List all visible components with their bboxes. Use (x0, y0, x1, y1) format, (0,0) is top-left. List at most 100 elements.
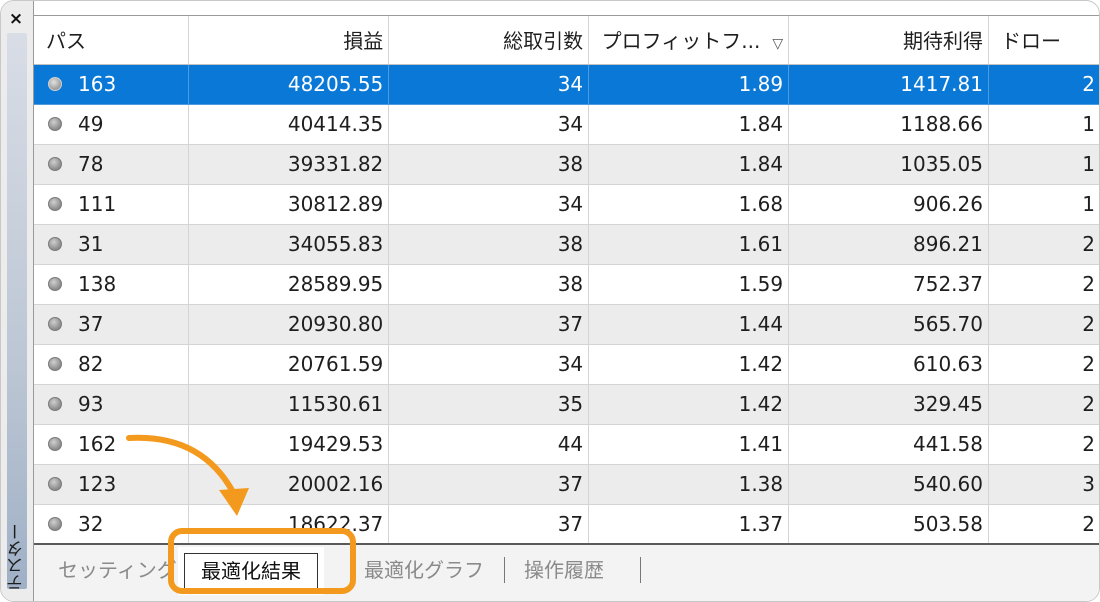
cell-profit-factor: 1.84 (588, 144, 790, 185)
column-header-profit[interactable]: 損益 (188, 16, 390, 65)
cell-drawdown: 2 (988, 424, 1099, 465)
cell-total-trades: 38 (388, 224, 590, 265)
table-row[interactable]: 78 39331.82 38 1.84 1035.05 1 (34, 144, 1099, 185)
pass-status-icon (48, 77, 62, 91)
cell-pass: 163 (34, 64, 190, 105)
cell-expected-payoff: 610.63 (788, 344, 989, 385)
pass-number: 31 (78, 232, 104, 256)
pass-number: 93 (78, 392, 104, 416)
cell-total-trades: 37 (388, 304, 590, 345)
cell-profit: 20761.59 (188, 344, 390, 385)
pass-status-icon (48, 437, 62, 451)
pass-status-icon (48, 397, 62, 411)
table-row[interactable]: 37 20930.80 37 1.44 565.70 2 (34, 304, 1099, 345)
close-icon[interactable]: × (5, 7, 27, 31)
cell-total-trades: 44 (388, 424, 590, 465)
cell-drawdown: 2 (988, 504, 1099, 544)
column-header-profit-factor[interactable]: プロフィットフ... ▽ (588, 16, 790, 65)
pass-status-icon (48, 477, 62, 491)
cell-drawdown: 2 (988, 384, 1099, 425)
cell-expected-payoff: 1035.05 (788, 144, 989, 185)
cell-drawdown: 1 (988, 144, 1099, 185)
pass-status-icon (48, 157, 62, 171)
pass-number: 123 (78, 472, 117, 496)
panel-title: テスター (7, 523, 27, 591)
pass-status-icon (48, 357, 62, 371)
pass-status-icon (48, 317, 62, 331)
pass-number: 111 (78, 192, 117, 216)
table-row[interactable]: 49 40414.35 34 1.84 1188.66 1 (34, 104, 1099, 145)
pass-number: 82 (78, 352, 104, 376)
table-row[interactable]: 138 28589.95 38 1.59 752.37 2 (34, 264, 1099, 305)
profit-factor-label: プロフィットフ... (601, 29, 761, 54)
pass-number: 162 (78, 432, 117, 456)
pass-number: 37 (78, 312, 104, 336)
cell-total-trades: 37 (388, 464, 590, 505)
column-header-expected-payoff[interactable]: 期待利得 (788, 16, 989, 65)
cell-profit: 40414.35 (188, 104, 390, 145)
tab-settings[interactable]: セッティング (58, 553, 177, 587)
cell-profit: 48205.55 (188, 64, 390, 105)
column-header-pass[interactable]: パス (34, 16, 190, 65)
cell-drawdown: 2 (988, 304, 1099, 345)
cell-profit-factor: 1.44 (588, 304, 790, 345)
cell-total-trades: 35 (388, 384, 590, 425)
column-header-total-trades[interactable]: 総取引数 (388, 16, 590, 65)
cell-pass: 31 (34, 224, 190, 265)
cell-profit-factor: 1.61 (588, 224, 790, 265)
table-row[interactable]: 93 11530.61 35 1.42 329.45 2 (34, 384, 1099, 425)
cell-profit: 28589.95 (188, 264, 390, 305)
cell-total-trades: 38 (388, 264, 590, 305)
cell-drawdown: 1 (988, 184, 1099, 225)
table-row[interactable]: 111 30812.89 34 1.68 906.26 1 (34, 184, 1099, 225)
table-row[interactable]: 163 48205.55 34 1.89 1417.81 2 (34, 64, 1099, 105)
panel-title-strip (7, 33, 27, 589)
cell-pass: 138 (34, 264, 190, 305)
cell-profit-factor: 1.41 (588, 424, 790, 465)
cell-pass: 82 (34, 344, 190, 385)
cell-expected-payoff: 906.26 (788, 184, 989, 225)
pass-number: 78 (78, 152, 104, 176)
table-row[interactable]: 82 20761.59 34 1.42 610.63 2 (34, 344, 1099, 385)
pass-number: 163 (78, 72, 117, 96)
cell-total-trades: 34 (388, 344, 590, 385)
cell-profit-factor: 1.38 (588, 464, 790, 505)
cell-expected-payoff: 503.58 (788, 504, 989, 544)
cell-profit-factor: 1.84 (588, 104, 790, 145)
cell-expected-payoff: 1417.81 (788, 64, 989, 105)
pass-number: 138 (78, 272, 117, 296)
table-row[interactable]: 31 34055.83 38 1.61 896.21 2 (34, 224, 1099, 265)
cell-pass: 111 (34, 184, 190, 225)
tab-optimization-graph[interactable]: 最適化グラフ (364, 553, 484, 587)
pass-number: 32 (78, 512, 104, 536)
cell-pass: 49 (34, 104, 190, 145)
cell-profit: 11530.61 (188, 384, 390, 425)
cell-profit-factor: 1.68 (588, 184, 790, 225)
cell-total-trades: 34 (388, 184, 590, 225)
cell-profit: 34055.83 (188, 224, 390, 265)
pass-status-icon (48, 197, 62, 211)
cell-expected-payoff: 441.58 (788, 424, 989, 465)
cell-profit: 30812.89 (188, 184, 390, 225)
cell-drawdown: 3 (988, 464, 1099, 505)
tab-separator (640, 557, 641, 583)
pass-number: 49 (78, 112, 104, 136)
cell-profit-factor: 1.37 (588, 504, 790, 544)
cell-expected-payoff: 896.21 (788, 224, 989, 265)
column-header-drawdown[interactable]: ドロー (988, 16, 1099, 65)
strategy-tester-panel: × テスター パス 損益 総取引数 プロフィットフ... ▽ 期待利得 ドロー 1… (0, 0, 1100, 602)
cell-expected-payoff: 565.70 (788, 304, 989, 345)
tab-separator (504, 557, 505, 583)
cell-total-trades: 34 (388, 104, 590, 145)
cell-total-trades: 37 (388, 504, 590, 544)
active-tab-highlight (168, 528, 356, 594)
cell-profit: 39331.82 (188, 144, 390, 185)
pass-status-icon (48, 237, 62, 251)
tab-operation-log[interactable]: 操作履歴 (524, 553, 604, 587)
cell-profit-factor: 1.42 (588, 384, 790, 425)
cell-pass: 78 (34, 144, 190, 185)
cell-profit-factor: 1.89 (588, 64, 790, 105)
cell-drawdown: 2 (988, 224, 1099, 265)
cell-profit-factor: 1.42 (588, 344, 790, 385)
cell-expected-payoff: 1188.66 (788, 104, 989, 145)
